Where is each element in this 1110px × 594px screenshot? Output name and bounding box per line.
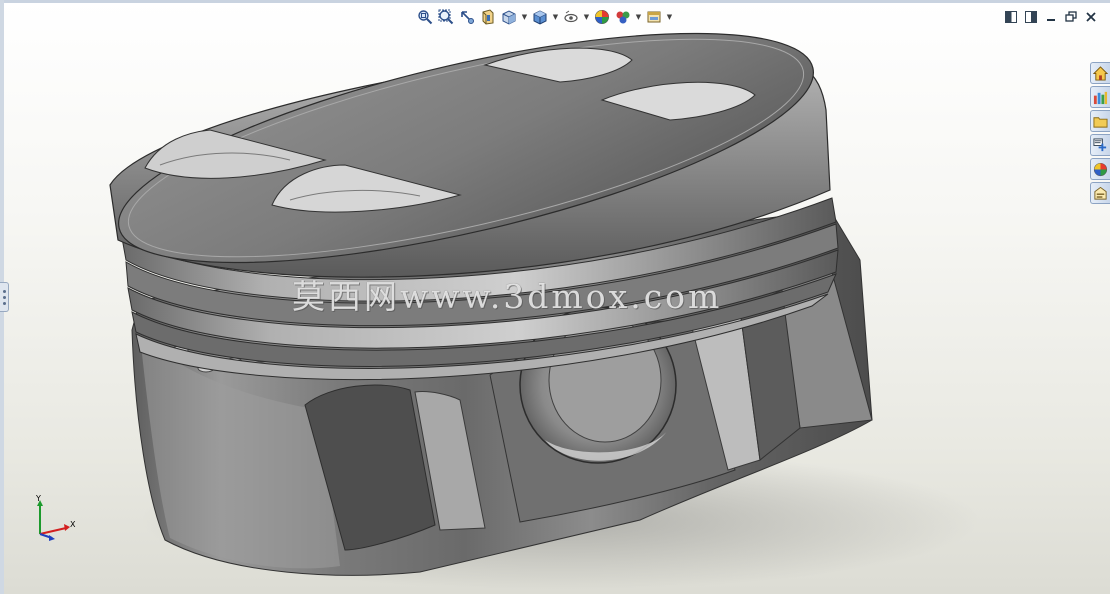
hide-show-items-icon[interactable] — [562, 8, 580, 26]
heads-up-view-toolbar: ▼ ▼ ▼ ▼ ▼ — [416, 6, 673, 28]
task-pane-tabs — [1090, 62, 1110, 204]
reference-triad: Y X — [28, 492, 82, 546]
split-horizontal-icon[interactable] — [1024, 10, 1038, 23]
chevron-down-icon[interactable]: ▼ — [666, 8, 673, 26]
viewport-window-controls — [1004, 10, 1098, 23]
design-library-icon[interactable] — [1090, 86, 1110, 108]
appearances-icon[interactable] — [1090, 158, 1110, 180]
chevron-down-icon[interactable]: ▼ — [635, 8, 642, 26]
graphics-area[interactable]: 莫西网www.3dmox.com ▼ ▼ ▼ ▼ ▼ Y X — [0, 0, 1110, 594]
chevron-down-icon[interactable]: ▼ — [552, 8, 559, 26]
feature-manager-collapse-handle[interactable] — [0, 282, 9, 312]
minimize-icon[interactable] — [1044, 10, 1058, 23]
view-settings-icon[interactable] — [645, 8, 663, 26]
chevron-down-icon[interactable]: ▼ — [583, 8, 590, 26]
display-style-icon[interactable] — [531, 8, 549, 26]
split-vertical-icon[interactable] — [1004, 10, 1018, 23]
home-icon[interactable] — [1090, 62, 1110, 84]
restore-icon[interactable] — [1064, 10, 1078, 23]
triad-y-label: Y — [36, 494, 41, 503]
view-palette-icon[interactable] — [1090, 134, 1110, 156]
edit-appearance-icon[interactable] — [593, 8, 611, 26]
close-icon[interactable] — [1084, 10, 1098, 23]
triad-x-label: X — [70, 520, 76, 529]
custom-properties-icon[interactable] — [1090, 182, 1110, 204]
view-orientation-icon[interactable] — [500, 8, 518, 26]
zoom-to-fit-icon[interactable] — [416, 8, 434, 26]
file-explorer-icon[interactable] — [1090, 110, 1110, 132]
apply-scene-icon[interactable] — [614, 8, 632, 26]
watermark-text: 莫西网www.3dmox.com — [292, 277, 723, 316]
chevron-down-icon[interactable]: ▼ — [521, 8, 528, 26]
zoom-to-area-icon[interactable] — [437, 8, 455, 26]
section-view-icon[interactable] — [479, 8, 497, 26]
previous-view-icon[interactable] — [458, 8, 476, 26]
